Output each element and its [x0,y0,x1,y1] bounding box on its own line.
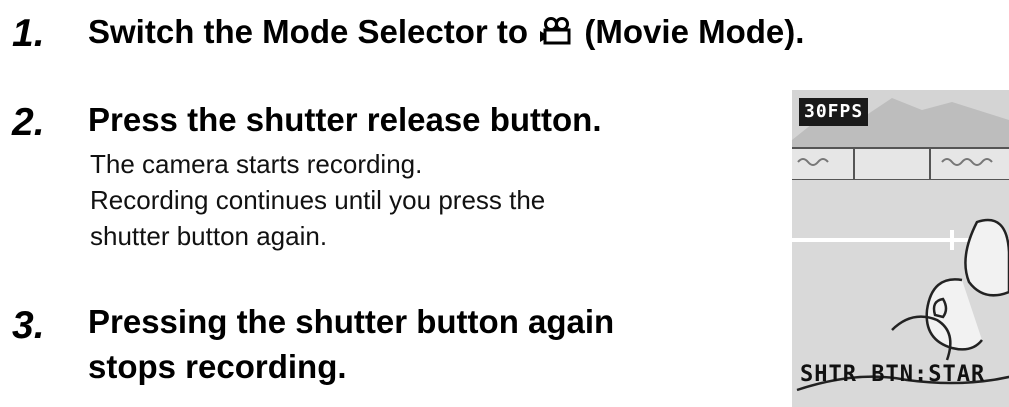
step-2-line-1: The camera starts recording. [90,149,423,179]
step-1-heading: Switch the Mode Selector to (Movie Mode)… [88,9,804,57]
step-2-line-2: Recording continues until you press the [90,185,546,215]
step-1-heading-text: Switch the Mode Selector to [88,13,529,50]
step-2-line-3: shutter button again. [90,221,328,251]
step-1-number: 1. [12,12,45,55]
movie-camera-icon [539,12,573,57]
step-2-heading: Press the shutter release button. [88,101,602,138]
step-2-description: The camera starts recording. Recording c… [90,146,545,254]
lcd-status-text: SHTR BTN:STAR [800,362,986,387]
step-3-heading-line-2: stops recording. [88,348,347,385]
step-3-number: 3. [12,304,45,347]
step-1-heading-suffix: (Movie Mode). [584,13,805,50]
step-3-heading: Pressing the shutter button again stops … [88,299,614,389]
step-3-heading-line-1: Pressing the shutter button again [88,303,615,340]
lcd-preview-image: 30FPS SHTR BTN:STAR [792,90,1009,407]
lcd-scene-illustration [792,90,1009,407]
step-2-number: 2. [12,101,45,144]
lcd-fps-badge: 30FPS [799,98,869,126]
